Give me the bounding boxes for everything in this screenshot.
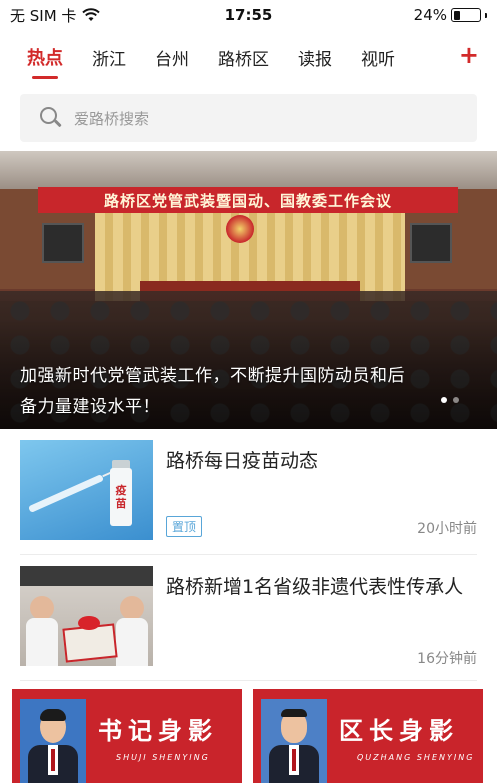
battery-percent: 24% bbox=[413, 6, 447, 24]
news-thumbnail: 疫苗 bbox=[20, 440, 153, 540]
carousel-dot[interactable] bbox=[453, 397, 459, 403]
promo-card-secretary[interactable]: 书记身影 SHUJI SHENYING bbox=[12, 689, 242, 783]
tab-hot[interactable]: 热点 bbox=[27, 44, 63, 70]
search-placeholder: 爱路桥搜索 bbox=[74, 109, 150, 128]
tab-fade bbox=[483, 40, 497, 70]
plus-icon[interactable]: + bbox=[459, 40, 479, 70]
wifi-icon bbox=[82, 8, 101, 21]
hero-photo-screen-right bbox=[410, 223, 452, 263]
person-head bbox=[120, 596, 144, 620]
tab-zhejiang[interactable]: 浙江 bbox=[92, 45, 126, 70]
news-title[interactable]: 路桥每日疫苗动态 bbox=[166, 446, 477, 476]
carrier-label: 无 SIM 卡 bbox=[10, 6, 77, 25]
news-time: 16分钟前 bbox=[417, 651, 477, 667]
battery-icon bbox=[451, 8, 481, 22]
divider bbox=[20, 680, 477, 681]
syringe-icon bbox=[28, 474, 104, 513]
promo-subtitle: SHUJI SHENYING bbox=[116, 753, 210, 762]
hero-meeting-banner: 路桥区党管武装暨国动、国教委工作会议 bbox=[38, 187, 458, 213]
person-body bbox=[116, 618, 148, 666]
tab-newspaper[interactable]: 读报 bbox=[298, 45, 332, 70]
hero-photo-ceiling bbox=[0, 151, 497, 189]
news-title[interactable]: 路桥新增1名省级非遗代表性传承人 bbox=[166, 572, 477, 602]
hero-meeting-banner-text: 路桥区党管武装暨国动、国教委工作会议 bbox=[103, 191, 392, 210]
news-time: 20小时前 bbox=[417, 521, 477, 537]
promo-title: 书记身影 bbox=[98, 716, 218, 745]
status-time: 17:55 bbox=[224, 6, 273, 24]
pinned-badge: 置顶 bbox=[166, 516, 203, 537]
thumb-banner bbox=[20, 566, 153, 586]
promo-subtitle: QUZHANG SHENYING bbox=[357, 753, 475, 762]
battery-cap bbox=[485, 12, 487, 18]
person-body bbox=[26, 618, 58, 666]
news-item-vaccine[interactable]: 疫苗 路桥每日疫苗动态 置顶 20小时前 bbox=[20, 440, 477, 558]
hero-photo-screen-left bbox=[42, 223, 84, 263]
person-head bbox=[30, 596, 54, 620]
tab-video[interactable]: 视听 bbox=[361, 45, 395, 70]
news-item-heritage[interactable]: 路桥新增1名省级非遗代表性传承人 16分钟前 bbox=[20, 566, 477, 684]
divider bbox=[20, 554, 477, 555]
hero-carousel[interactable]: 路桥区党管武装暨国动、国教委工作会议 加强新时代党管武装工作，不断提升国防动员和… bbox=[0, 151, 497, 429]
search-input[interactable]: 爱路桥搜索 bbox=[20, 94, 477, 142]
portrait-photo bbox=[261, 699, 327, 783]
promo-title: 区长身影 bbox=[339, 716, 459, 745]
hero-caption[interactable]: 加强新时代党管武装工作，不断提升国防动员和后备力量建设水平！ bbox=[20, 361, 420, 423]
flower-icon bbox=[78, 616, 100, 630]
news-thumbnail bbox=[20, 566, 153, 666]
battery-fill bbox=[453, 10, 460, 20]
emblem-icon bbox=[226, 215, 254, 243]
portrait-photo bbox=[20, 699, 86, 783]
carousel-dots bbox=[441, 397, 459, 403]
search-icon bbox=[40, 107, 62, 129]
vial-label: 疫苗 bbox=[115, 484, 127, 510]
tab-taizhou[interactable]: 台州 bbox=[155, 45, 189, 70]
carousel-dot-active[interactable] bbox=[441, 397, 447, 403]
promo-card-district-head[interactable]: 区长身影 QUZHANG SHENYING bbox=[253, 689, 483, 783]
channel-tab-bar: 热点 浙江 台州 路桥区 读报 视听 bbox=[0, 34, 497, 80]
status-bar: 无 SIM 卡 17:55 24% bbox=[0, 0, 497, 30]
tab-luqiao[interactable]: 路桥区 bbox=[218, 45, 269, 70]
